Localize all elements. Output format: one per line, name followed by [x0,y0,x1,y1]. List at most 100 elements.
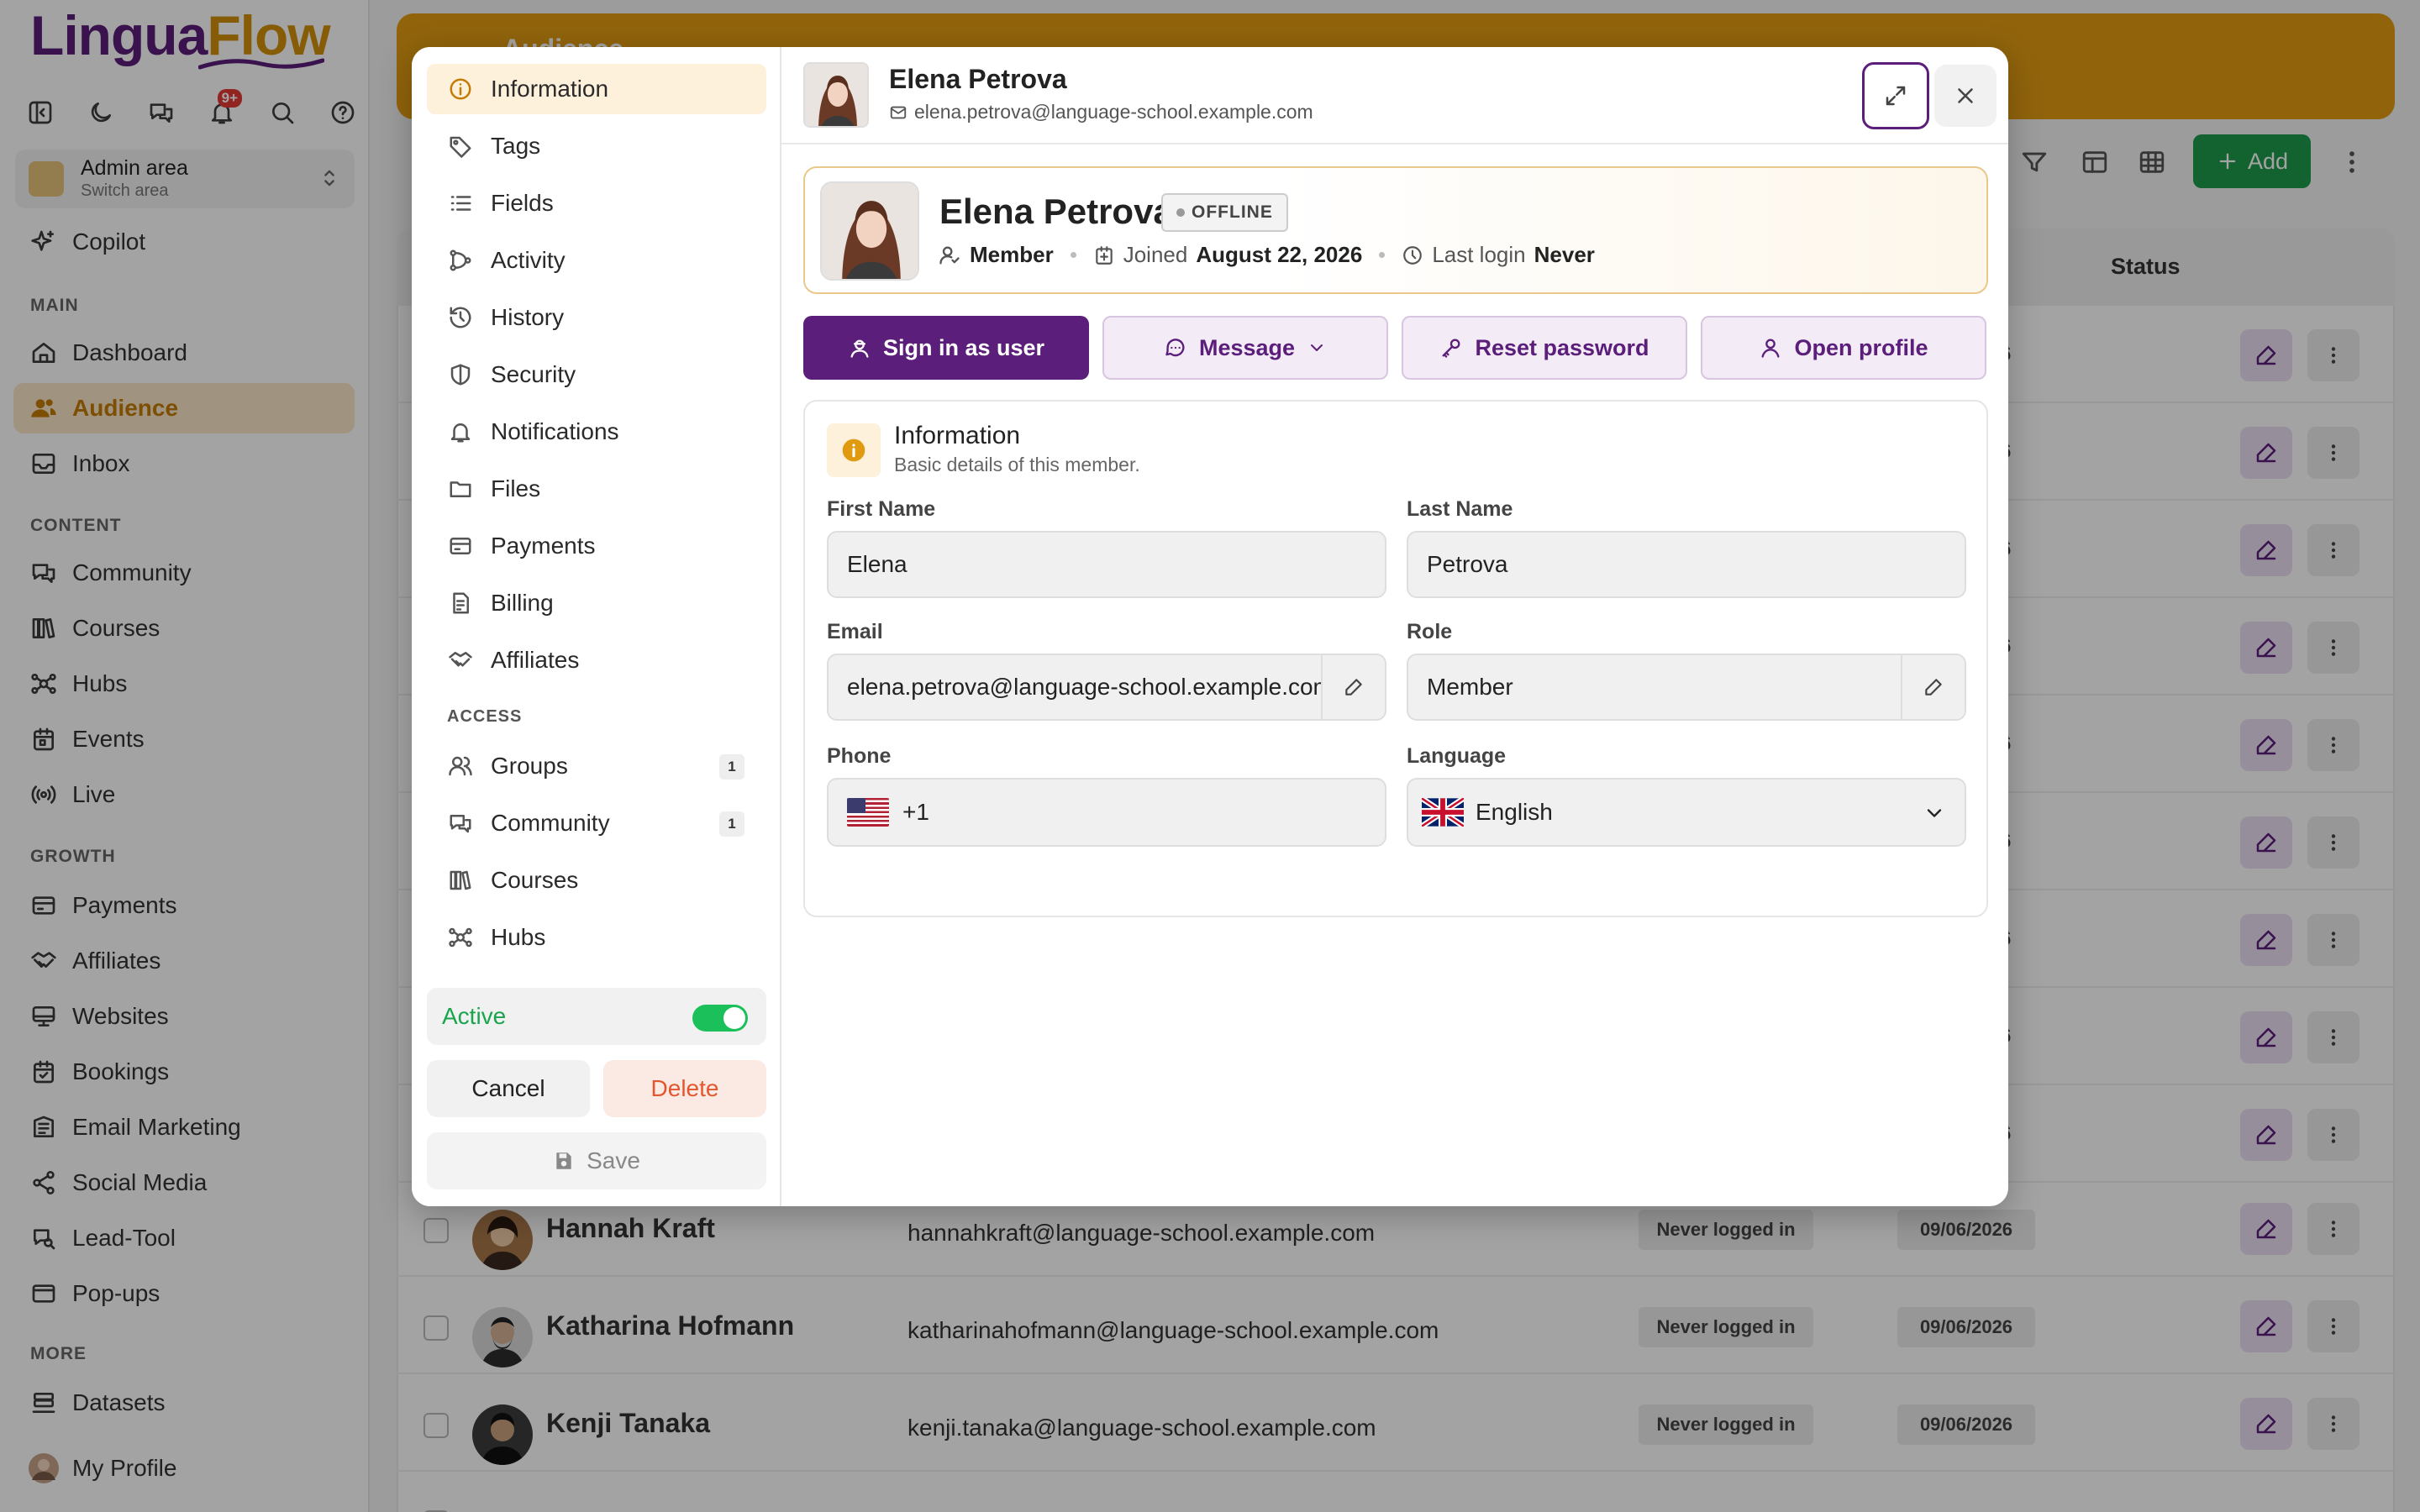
tab-information[interactable]: Information [427,64,766,114]
active-toggle[interactable] [692,1005,748,1032]
users-icon [445,751,476,781]
profile-meta: Member Joined August 22, 2026 Last login N… [938,242,1595,268]
last-name-label: Last Name [1407,497,1513,521]
phone-field[interactable]: +1 [827,778,1386,847]
groups-count-badge: 1 [719,754,744,780]
uk-flag-icon [1422,798,1464,827]
close-button[interactable] [1934,65,1996,127]
info-icon [827,423,881,477]
open-profile-button[interactable]: Open profile [1701,316,1986,380]
activity-icon [445,245,476,276]
joined-date: August 22, 2026 [1196,242,1363,267]
member-modal: Information Tags Fields Activity History… [412,47,2008,1206]
separator-dot [1379,252,1386,258]
section-title: Information [894,422,1021,449]
us-flag-icon[interactable] [847,798,889,827]
email-label: Email [827,620,883,643]
language-value: English [1476,799,1553,825]
expand-icon [1883,83,1908,108]
first-name-field[interactable]: Elena [827,531,1386,598]
last-login-value: Never [1534,242,1595,267]
role-field[interactable]: Member [1407,654,1966,721]
modal-header: Elena Petrova elena.petrova@language-sch… [781,47,2008,144]
chevron-down-icon [1923,801,1946,825]
cancel-button[interactable]: Cancel [427,1060,590,1117]
header-email-row: elena.petrova@language-school.example.co… [889,101,1313,123]
language-select[interactable]: English [1407,778,1966,847]
history-icon [445,302,476,333]
tab-security[interactable]: Security [427,349,766,400]
active-toggle-row: Active [427,988,766,1045]
edit-email-icon[interactable] [1321,655,1385,719]
tab-activity[interactable]: Activity [427,235,766,286]
delete-button[interactable]: Delete [603,1060,766,1117]
header-name: Elena Petrova [889,64,1067,94]
last-name-field[interactable]: Petrova [1407,531,1966,598]
profile-avatar [820,181,919,281]
message-button[interactable]: Message [1102,316,1388,380]
tab-affiliates[interactable]: Affiliates [427,635,766,685]
tab-fields[interactable]: Fields [427,178,766,228]
chevron-down-icon [1307,338,1327,358]
role-label: Role [1407,620,1453,643]
info-icon [445,74,476,104]
phone-label: Phone [827,744,892,768]
modal-sidebar: Information Tags Fields Activity History… [412,47,781,1206]
close-icon [1953,83,1978,108]
tab-community[interactable]: Community 1 [427,798,766,848]
header-avatar [803,62,869,128]
hub-icon [445,922,476,953]
sign-in-as-user-button[interactable]: Sign in as user [803,316,1089,380]
profile-card: Elena Petrova OFFLINE Member Joined Augus… [803,166,1988,294]
last-login-label: Last login [1432,242,1526,267]
joined-label: Joined [1123,242,1188,267]
mail-icon [889,103,908,122]
folder-icon [445,474,476,504]
language-label: Language [1407,744,1507,768]
phone-value: +1 [902,799,929,825]
list-icon [445,188,476,218]
role-value: Member [1427,674,1513,700]
tab-tags[interactable]: Tags [427,121,766,171]
information-card: Information Basic details of this member… [803,400,1988,917]
separator-dot [1070,252,1076,258]
reset-password-button[interactable]: Reset password [1402,316,1687,380]
user-role-icon [938,244,961,267]
edit-role-icon[interactable] [1901,655,1965,719]
tab-payments[interactable]: Payments [427,521,766,571]
save-button[interactable]: Save [427,1132,766,1189]
tab-history[interactable]: History [427,292,766,343]
calendar-plus-icon [1093,244,1115,266]
email-field[interactable]: elena.petrova@language-school.example.co… [827,654,1386,721]
toggle-knob [723,1007,745,1029]
tag-icon [445,131,476,161]
invoice-icon [445,588,476,618]
tab-notifications[interactable]: Notifications [427,407,766,457]
bell-icon [445,417,476,447]
section-subtitle: Basic details of this member. [894,454,1140,475]
message-icon [1164,336,1187,360]
user-secret-icon [848,336,871,360]
access-section-title: ACCESS [447,707,523,726]
tab-billing[interactable]: Billing [427,578,766,628]
profile-role: Member [970,242,1054,267]
shield-icon [445,360,476,390]
tab-files[interactable]: Files [427,464,766,514]
handshake-icon [445,645,476,675]
books-icon [445,865,476,895]
tab-hubs[interactable]: Hubs [427,912,766,963]
save-icon [553,1150,575,1172]
first-name-label: First Name [827,497,936,521]
email-value: elena.petrova@language-school.example.co… [847,674,1333,700]
status-badge: OFFLINE [1161,193,1288,232]
status-dot [1176,208,1185,217]
community-count-badge: 1 [719,811,744,837]
tab-groups[interactable]: Groups 1 [427,741,766,791]
community-icon [445,808,476,838]
clock-icon [1402,244,1423,266]
expand-button[interactable] [1862,62,1929,129]
user-icon [1759,336,1782,360]
tab-courses[interactable]: Courses [427,855,766,906]
active-label: Active [442,1003,507,1029]
credit-card-icon [445,531,476,561]
